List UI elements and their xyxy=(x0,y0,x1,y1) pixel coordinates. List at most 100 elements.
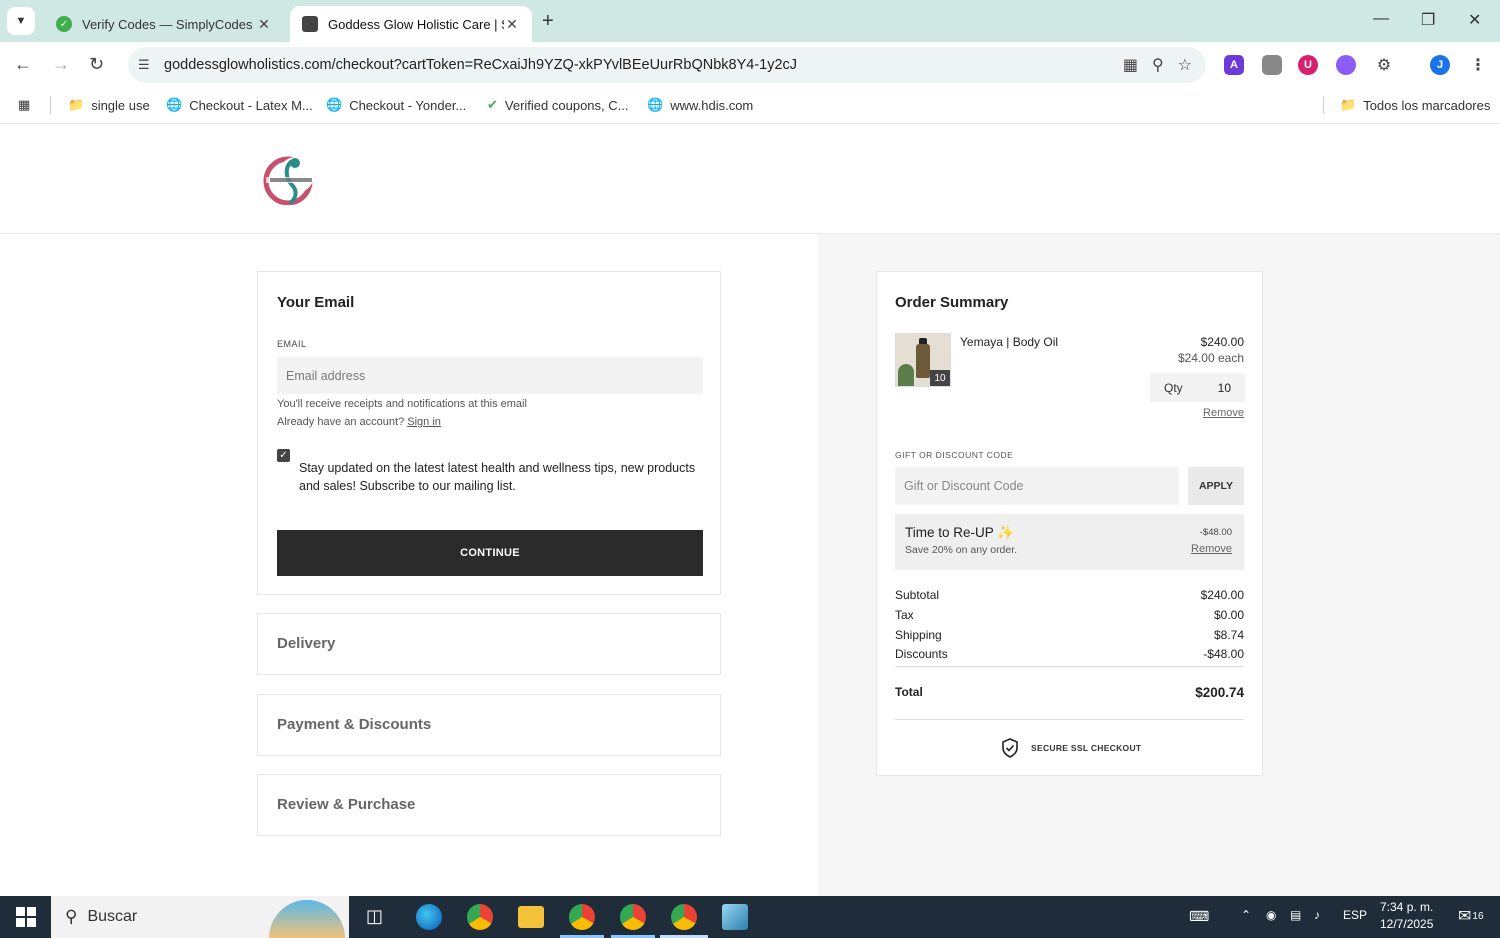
account-prompt: Already have an account? Sign in xyxy=(277,416,441,428)
site-info-icon[interactable]: ☰ xyxy=(138,57,158,73)
bookmark-checkout-yonder[interactable]: 🌐 Checkout - Yonder... xyxy=(326,97,466,113)
keyboard-icon[interactable]: ⌨ xyxy=(1189,908,1209,925)
task-view-icon[interactable]: ◫ xyxy=(366,906,383,927)
row-value: -$48.00 xyxy=(1203,647,1244,661)
extension-u-icon[interactable]: U xyxy=(1298,55,1318,75)
step-payment-discounts[interactable]: Payment & Discounts xyxy=(257,694,721,756)
gift-code-input[interactable] xyxy=(895,467,1179,505)
product-image-bottle xyxy=(916,344,930,378)
reload-icon[interactable]: ↻ xyxy=(89,54,104,75)
chrome-profile-icon[interactable] xyxy=(620,904,646,930)
bookmarks-bar: ▦ 📁 single use 🌐 Checkout - Latex M... 🌐… xyxy=(0,88,1500,124)
quantity-label: Qty xyxy=(1164,380,1183,395)
simplycodes-icon: ✔ xyxy=(487,97,498,112)
profile-avatar[interactable]: J xyxy=(1430,55,1450,75)
close-icon[interactable]: ✕ xyxy=(504,16,520,33)
new-tab-button[interactable]: + xyxy=(542,10,554,33)
remove-discount-link[interactable]: Remove xyxy=(1191,543,1232,555)
forward-icon[interactable]: → xyxy=(52,54,70,75)
windows-taskbar: ⚲ Buscar ◫ ⌨ ⌃ ◉ ▤ ♪ ESP 7:34 p. m. 12/7… xyxy=(0,896,1500,938)
divider xyxy=(1323,96,1324,114)
clock[interactable]: 7:34 p. m. 12/7/2025 xyxy=(1380,899,1433,933)
secure-checkout-badge: SECURE SSL CHECKOUT xyxy=(1001,738,1141,758)
quantity-value[interactable]: 10 xyxy=(1218,381,1231,395)
email-input[interactable] xyxy=(277,357,703,394)
back-icon[interactable]: ← xyxy=(14,54,32,75)
network-icon[interactable]: ▤ xyxy=(1290,908,1301,922)
notifications-icon[interactable]: ✉ 16 xyxy=(1458,906,1484,926)
sign-in-link[interactable]: Sign in xyxy=(407,416,441,428)
step-delivery[interactable]: Delivery xyxy=(257,613,721,675)
chevron-down-icon: ▼ xyxy=(15,15,27,27)
language-indicator[interactable]: ESP xyxy=(1343,908,1367,922)
subscribe-checkbox[interactable]: ✓ xyxy=(277,449,290,462)
chrome-profile-icon[interactable] xyxy=(671,904,697,930)
extension-simplycodes-icon[interactable] xyxy=(1336,55,1356,75)
bookmark-hdis[interactable]: 🌐 www.hdis.com xyxy=(647,97,753,113)
bookmark-checkout-latex[interactable]: 🌐 Checkout - Latex M... xyxy=(166,97,313,113)
step-title: Review & Purchase xyxy=(277,796,416,813)
zoom-icon[interactable]: ⚲ xyxy=(1152,55,1164,75)
bookmark-single-use[interactable]: 📁 single use xyxy=(68,97,150,113)
meet-icon[interactable]: ◉ xyxy=(1266,908,1276,922)
bookmark-label: Checkout - Yonder... xyxy=(349,97,467,113)
total-label: Total xyxy=(895,685,923,699)
simplycodes-icon: ✓ xyxy=(56,16,72,32)
bookmark-verified-coupons[interactable]: ✔ Verified coupons, C... xyxy=(487,97,628,113)
restore-icon[interactable]: ❐ xyxy=(1421,10,1435,30)
checkmark-icon: ✓ xyxy=(279,450,288,461)
subtotal-row: Subtotal $240.00 xyxy=(895,588,1244,602)
all-bookmarks-folder[interactable]: 📁 Todos los marcadores xyxy=(1340,97,1490,113)
notepad-icon[interactable] xyxy=(722,904,748,930)
apply-button[interactable]: APPLY xyxy=(1188,467,1244,505)
clock-time: 7:34 p. m. xyxy=(1380,900,1434,914)
row-label: Shipping xyxy=(895,628,942,642)
extension-a-icon[interactable]: A xyxy=(1224,55,1244,75)
row-value: $8.74 xyxy=(1213,628,1244,642)
product-name: Yemaya | Body Oil xyxy=(960,335,1059,349)
quantity-field[interactable]: Qty 10 xyxy=(1150,373,1245,402)
remove-item-link[interactable]: Remove xyxy=(1203,407,1244,419)
folder-icon: 📁 xyxy=(68,97,85,112)
chrome-profile-icon[interactable] xyxy=(569,904,595,930)
product-thumbnail: 10 xyxy=(895,333,951,387)
windows-start-icon[interactable] xyxy=(16,907,36,927)
goddess-glow-logo[interactable] xyxy=(262,153,318,205)
row-value: $240.00 xyxy=(1200,588,1244,602)
gift-code-label: GIFT OR DISCOUNT CODE xyxy=(895,450,1014,460)
edge-icon[interactable] xyxy=(416,904,442,930)
address-bar[interactable]: ☰ goddessglowholistics.com/checkout?cart… xyxy=(128,47,1206,83)
email-section: Your Email EMAIL You'll receive receipts… xyxy=(257,271,721,595)
step-review-purchase[interactable]: Review & Purchase xyxy=(257,774,721,836)
window-close-icon[interactable]: ✕ xyxy=(1468,10,1481,30)
email-label: EMAIL xyxy=(277,339,307,349)
bookmark-label: Checkout - Latex M... xyxy=(189,97,313,113)
chevron-up-icon[interactable]: ⌃ xyxy=(1241,908,1251,922)
extension-grid-icon[interactable] xyxy=(1262,55,1282,75)
order-summary: Order Summary 10 Yemaya | Body Oil $240.… xyxy=(876,271,1263,776)
chrome-icon[interactable] xyxy=(467,904,493,930)
email-section-title: Your Email xyxy=(277,294,355,311)
row-label: Tax xyxy=(895,608,914,622)
extensions-puzzle-icon[interactable]: ⚙ xyxy=(1374,55,1394,75)
tab-search-button[interactable]: ▼ xyxy=(7,7,35,35)
step-title: Delivery xyxy=(277,635,336,652)
bookmark-star-icon[interactable]: ☆ xyxy=(1178,55,1192,75)
order-summary-title: Order Summary xyxy=(895,294,1009,311)
discount-amount: -$48.00 xyxy=(1199,527,1232,538)
browser-menu-icon[interactable]: ⋮ xyxy=(1468,55,1488,75)
tab-title: Verify Codes — SimplyCodes xyxy=(82,16,253,32)
minimize-icon[interactable]: — xyxy=(1373,10,1389,28)
apps-grid-icon[interactable]: ▦ xyxy=(18,97,30,113)
volume-icon[interactable]: ♪ xyxy=(1314,908,1320,922)
close-icon[interactable]: ✕ xyxy=(256,16,272,33)
product-image-plant xyxy=(898,364,914,386)
clock-date: 12/7/2025 xyxy=(1380,917,1434,931)
tab-simplycodes[interactable]: ✓ Verify Codes — SimplyCodes ✕ xyxy=(44,6,284,42)
continue-button[interactable]: CONTINUE xyxy=(277,530,703,576)
tab-goddess-glow[interactable]: Goddess Glow Holistic Care | Se ✕ xyxy=(290,6,532,42)
tab-title: Goddess Glow Holistic Care | Se xyxy=(328,16,504,32)
taskbar-search[interactable]: ⚲ Buscar xyxy=(51,896,349,938)
translate-icon[interactable]: ▦ xyxy=(1123,55,1138,75)
file-explorer-icon[interactable] xyxy=(518,906,544,928)
